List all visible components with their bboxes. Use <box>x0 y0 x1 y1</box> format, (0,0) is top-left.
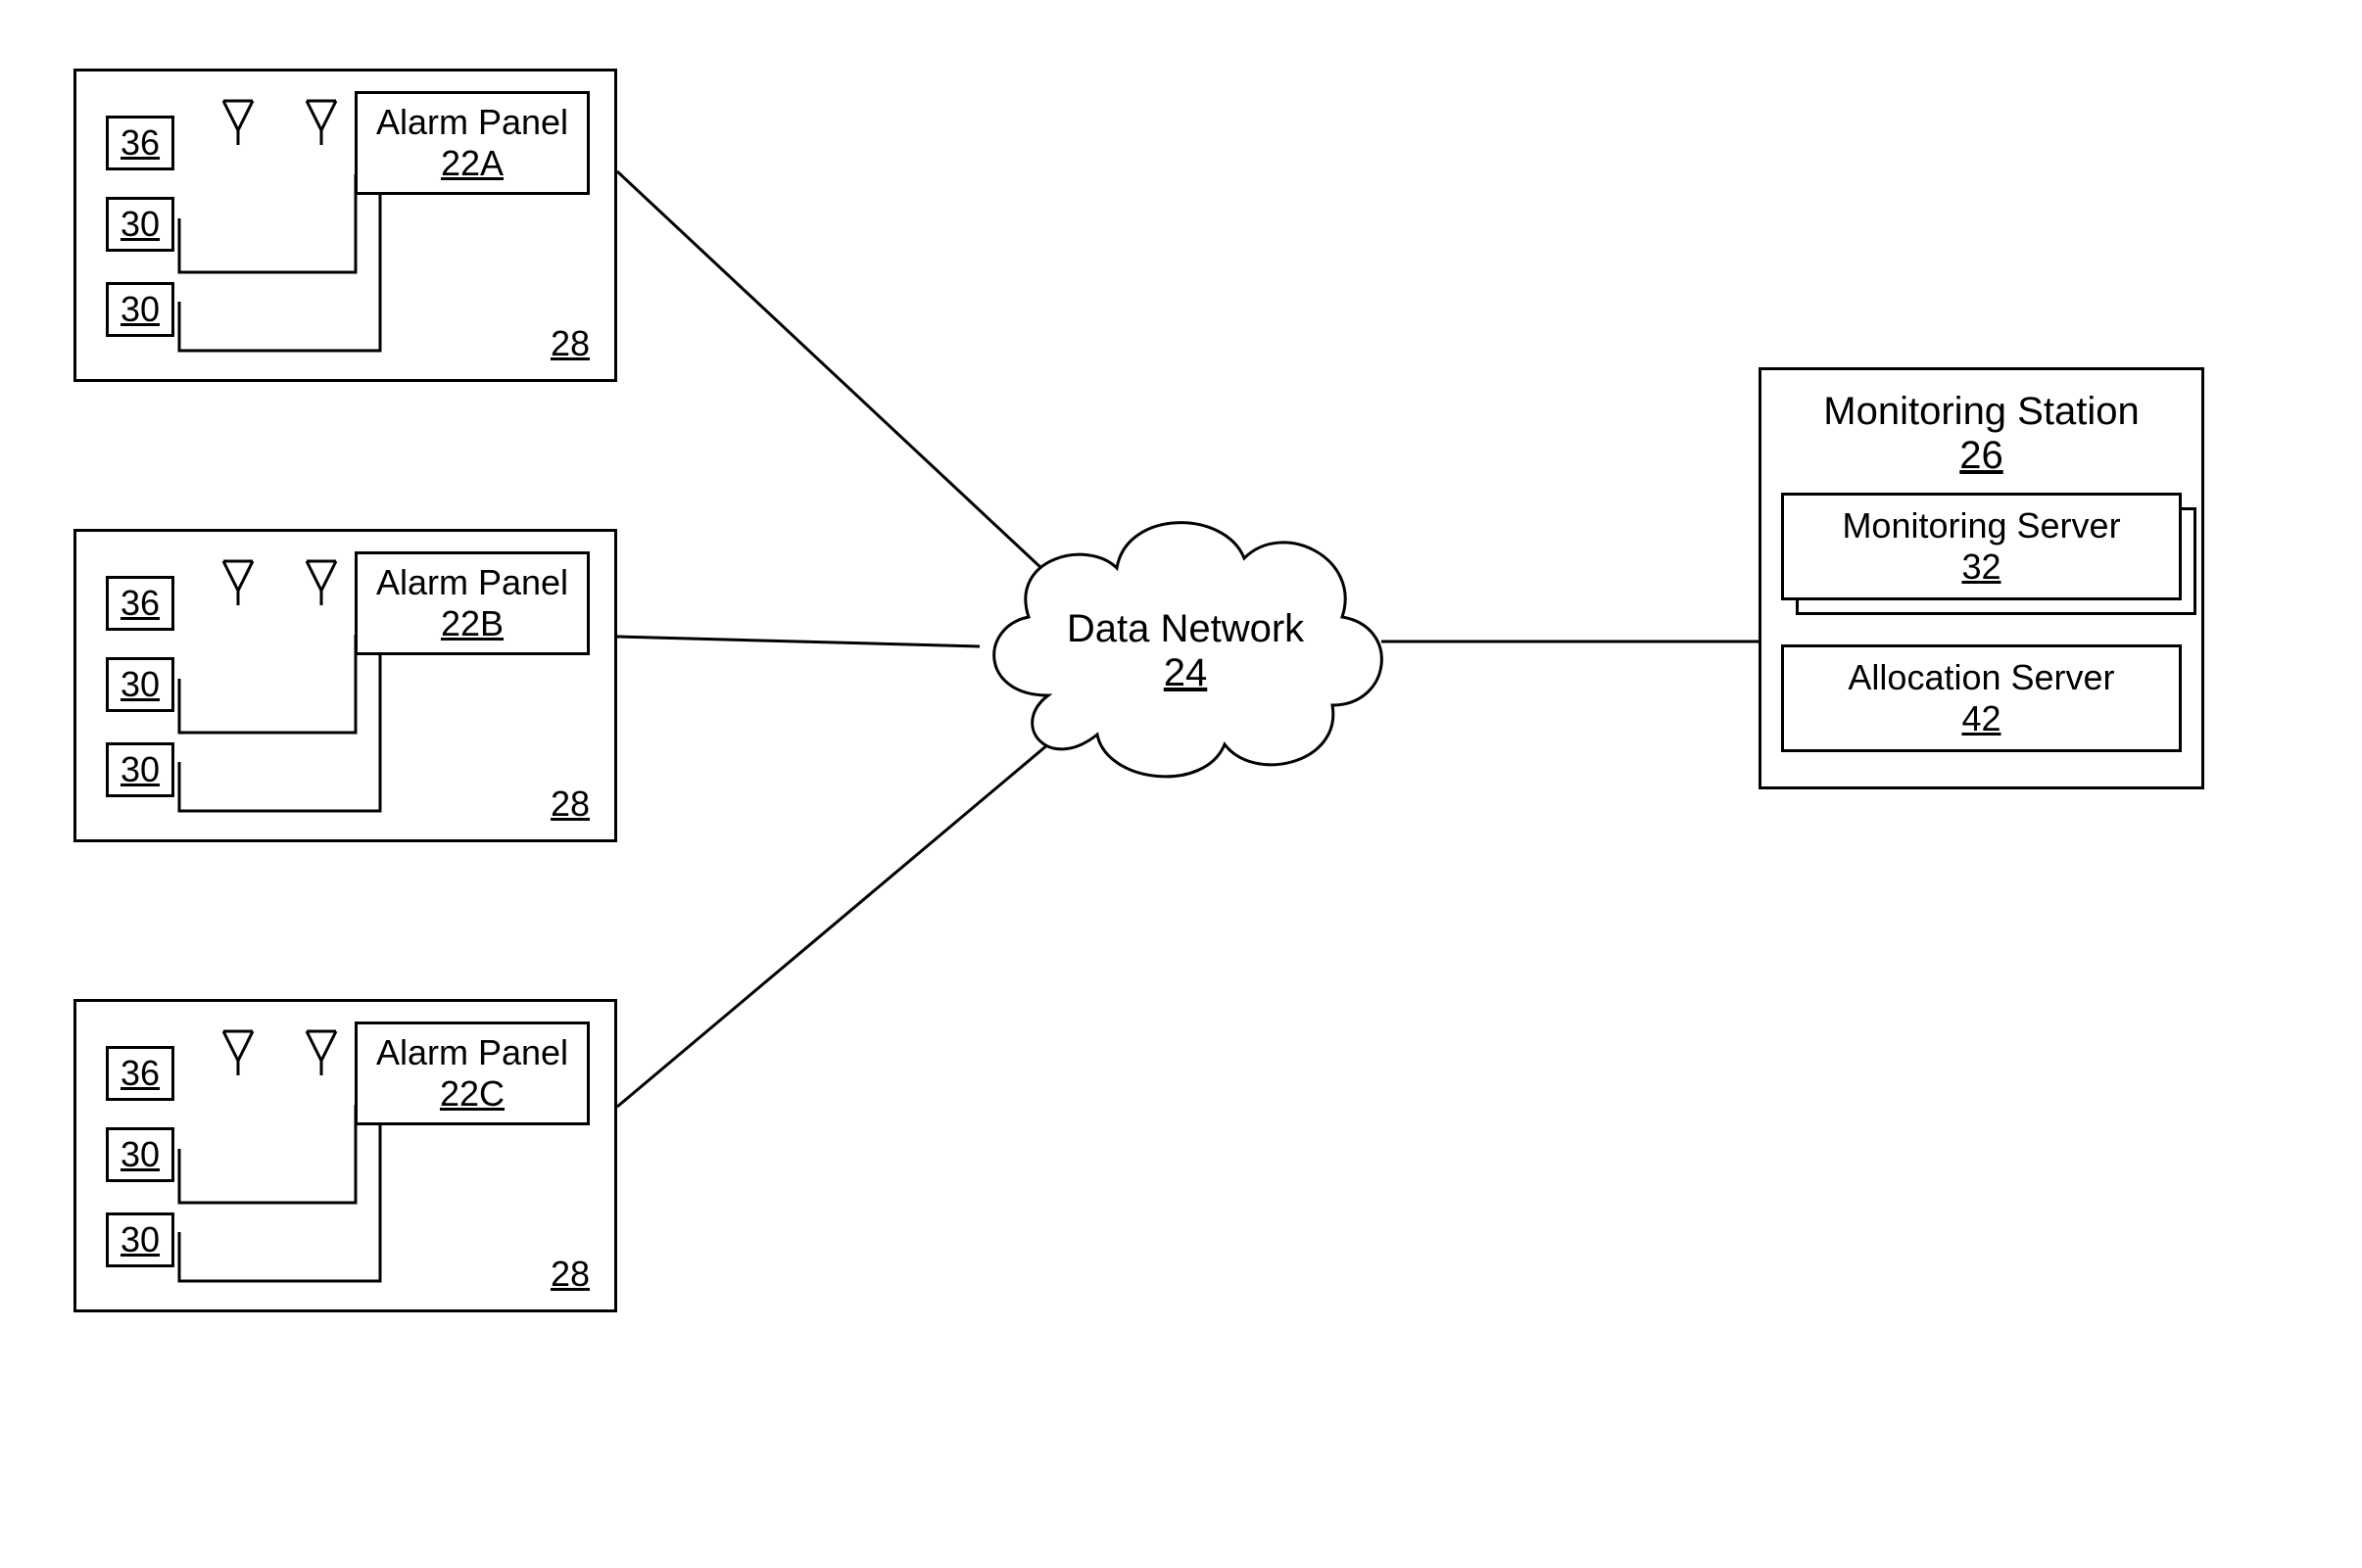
antenna-sensor-a <box>214 96 263 145</box>
monitoring-server-label: Monitoring Server <box>1842 505 2120 546</box>
monitoring-station-box: Monitoring Station 26 Monitoring Server … <box>1759 367 2204 789</box>
wired-sensor-ref-c-1: 30 <box>121 1134 160 1174</box>
network-ref: 24 <box>1164 651 1208 694</box>
wired-sensor-b-1: 30 <box>106 657 174 712</box>
premise-ref-c: 28 <box>551 1254 590 1295</box>
alarm-panel-ref-c: 22C <box>440 1073 505 1114</box>
alarm-panel-ref-a: 22A <box>441 143 504 183</box>
monitoring-station-ref: 26 <box>1959 434 2003 477</box>
wired-sensor-c-2: 30 <box>106 1212 174 1267</box>
monitoring-server-ref: 32 <box>1961 546 2000 587</box>
alarm-panel-label-c: Alarm Panel <box>376 1032 568 1072</box>
wired-sensor-ref-b-1: 30 <box>121 664 160 704</box>
allocation-server-ref: 42 <box>1961 698 2000 738</box>
alarm-panel-label-a: Alarm Panel <box>376 102 568 142</box>
wireless-sensor-a: 36 <box>106 116 174 170</box>
premise-box-a: Alarm Panel 22A 36 30 30 28 <box>73 69 617 382</box>
premise-box-b: Alarm Panel 22B 36 30 30 28 <box>73 529 617 842</box>
alarm-panel-b: Alarm Panel 22B <box>355 551 590 655</box>
monitoring-station-title: Monitoring Station 26 <box>1781 390 2182 478</box>
wired-sensor-ref-c-2: 30 <box>121 1219 160 1259</box>
alarm-panel-a: Alarm Panel 22A <box>355 91 590 195</box>
wireless-sensor-ref-b: 36 <box>121 583 160 623</box>
monitoring-station-label: Monitoring Station <box>1823 390 2139 433</box>
wired-sensor-b-2: 30 <box>106 742 174 797</box>
wired-sensor-ref-a-1: 30 <box>121 204 160 244</box>
monitoring-server-box: Monitoring Server 32 <box>1781 493 2182 600</box>
antenna-panel-b <box>297 556 346 605</box>
antenna-panel-c <box>297 1026 346 1075</box>
premise-ref-b: 28 <box>551 784 590 825</box>
alarm-panel-c: Alarm Panel 22C <box>355 1022 590 1125</box>
allocation-server-label: Allocation Server <box>1848 657 2114 697</box>
premise-box-c: Alarm Panel 22C 36 30 30 28 <box>73 999 617 1312</box>
antenna-panel-a <box>297 96 346 145</box>
wired-sensor-ref-b-2: 30 <box>121 749 160 789</box>
antenna-sensor-b <box>214 556 263 605</box>
wireless-sensor-ref-a: 36 <box>121 122 160 163</box>
premise-ref-a: 28 <box>551 323 590 364</box>
wired-sensor-ref-a-2: 30 <box>121 289 160 329</box>
wireless-sensor-ref-c: 36 <box>121 1053 160 1093</box>
antenna-sensor-c <box>214 1026 263 1075</box>
allocation-server-box: Allocation Server 42 <box>1781 644 2182 752</box>
wireless-sensor-c: 36 <box>106 1046 174 1101</box>
monitoring-server-stack: Monitoring Server 32 <box>1781 493 2182 600</box>
wired-sensor-c-1: 30 <box>106 1127 174 1182</box>
alarm-panel-label-b: Alarm Panel <box>376 562 568 602</box>
wired-sensor-a-2: 30 <box>106 282 174 337</box>
network-label-text: Data Network <box>1067 607 1304 650</box>
wireless-sensor-b: 36 <box>106 576 174 631</box>
network-cloud-label: Data Network 24 <box>1058 607 1313 695</box>
wired-sensor-a-1: 30 <box>106 197 174 252</box>
alarm-panel-ref-b: 22B <box>441 603 504 643</box>
